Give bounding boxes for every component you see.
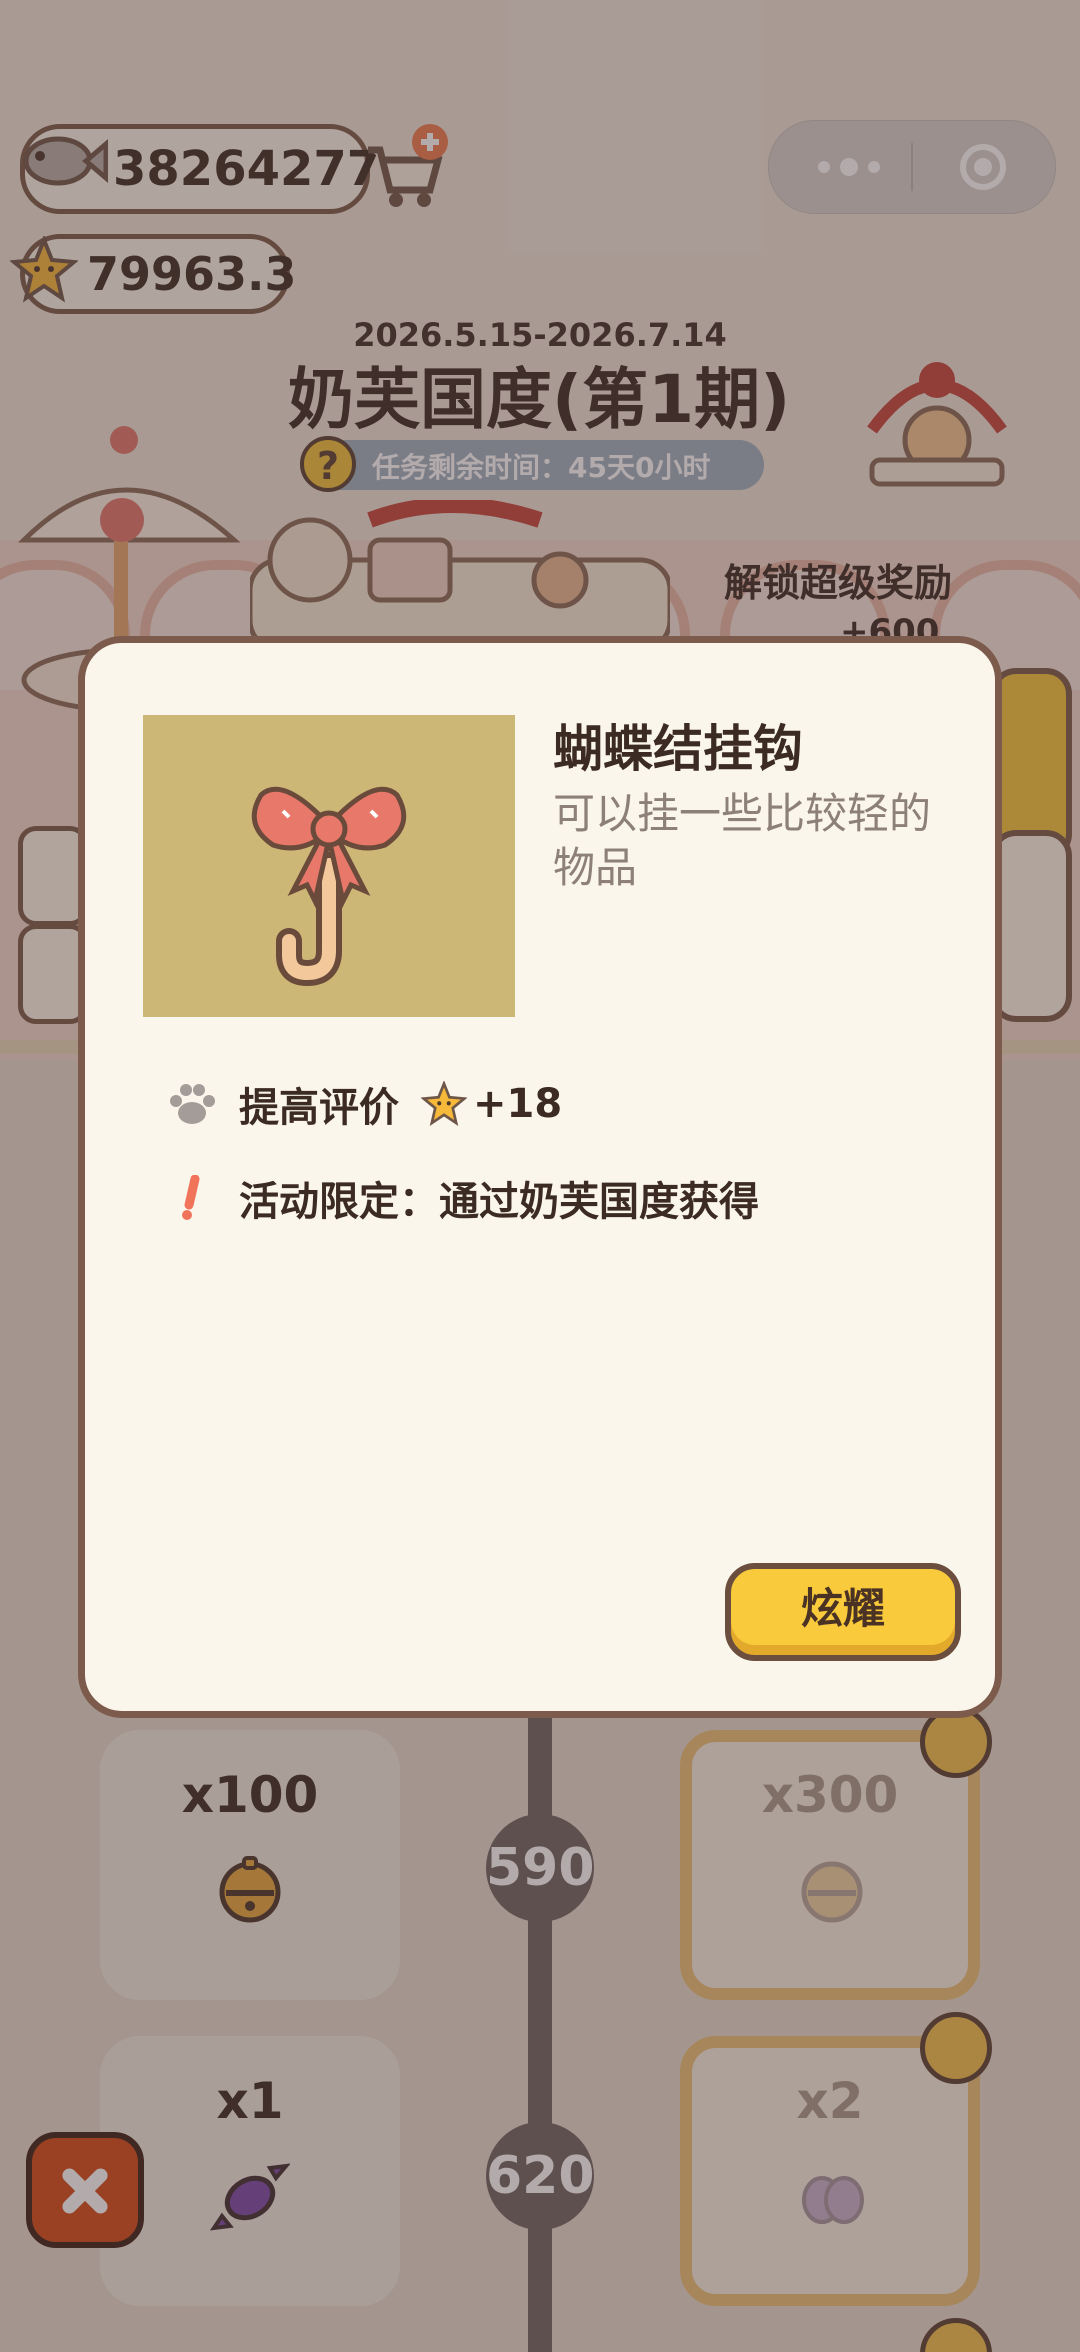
exclamation-icon [182, 1175, 200, 1220]
limited-label: 活动限定：通过奶芙国度获得 [239, 1179, 759, 1225]
rating-value: +18 [473, 1081, 563, 1127]
paw-icon [170, 1084, 215, 1124]
star-icon [421, 1081, 467, 1126]
show-off-button[interactable]: 炫耀 [725, 1563, 961, 1661]
bow-hook-icon [251, 786, 407, 987]
limited-row: 活动限定：通过奶芙国度获得 [167, 1169, 759, 1227]
rating-row: 提高评价 +18 [167, 1075, 562, 1133]
rating-label: 提高评价 [239, 1085, 399, 1131]
item-name: 蝴蝶结挂钩 [553, 720, 803, 778]
item-image [143, 715, 515, 1017]
item-detail-modal: 蝴蝶结挂钩 可以挂一些比较轻的物品 提高评价 +18 活动限定：通过奶芙国度获得… [78, 636, 1002, 1718]
item-description: 可以挂一些比较轻的物品 [553, 789, 932, 892]
